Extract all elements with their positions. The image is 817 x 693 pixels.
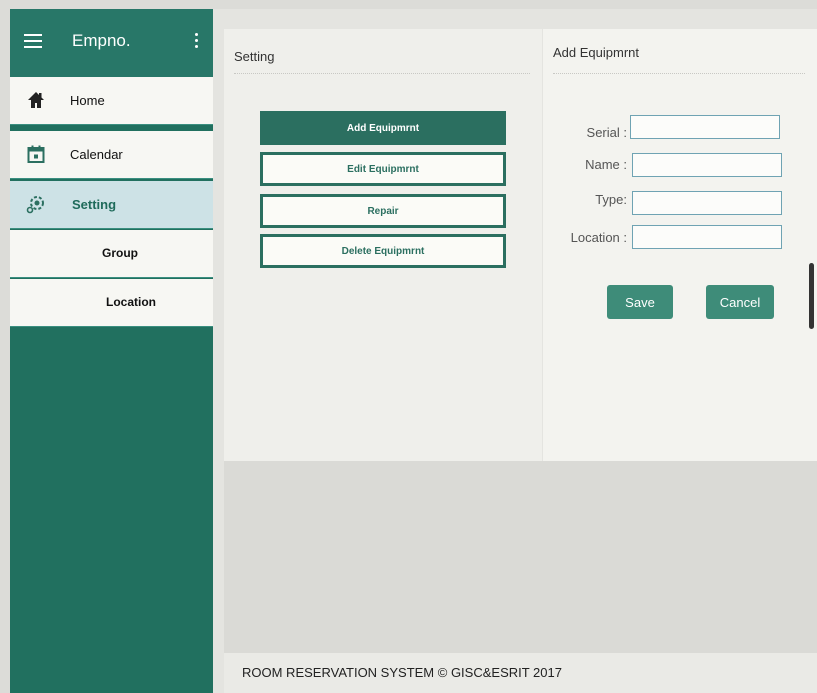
- name-input[interactable]: [632, 153, 782, 177]
- location-label: Location :: [570, 230, 627, 245]
- hamburger-menu-icon[interactable]: [24, 34, 42, 48]
- name-label: Name :: [585, 157, 627, 172]
- divider: [234, 73, 530, 75]
- type-input[interactable]: [632, 191, 782, 215]
- type-label: Type:: [595, 192, 627, 207]
- sidebar-item-label: Setting: [72, 197, 117, 212]
- setting-panel: Setting Add Equipmrnt Edit Equipmrnt Rep…: [224, 29, 542, 461]
- add-equipment-form: Add Equipmrnt Serial : Name : Type: Loca…: [543, 29, 817, 461]
- sidebar-header: Empno.: [10, 9, 213, 77]
- form-title: Add Equipmrnt: [553, 45, 639, 60]
- home-icon: [28, 92, 44, 108]
- serial-label: Serial :: [586, 125, 627, 140]
- sidebar: Empno. Home Calendar Setting Group Locat…: [10, 9, 213, 693]
- setting-icon: [26, 196, 44, 214]
- sidebar-item-home[interactable]: Home: [10, 77, 213, 125]
- serial-input[interactable]: [630, 115, 780, 139]
- content-background: [224, 461, 817, 653]
- app-window: Empno. Home Calendar Setting Group Locat…: [10, 9, 817, 693]
- sidebar-item-setting[interactable]: Setting: [10, 181, 213, 229]
- sidebar-subitem-location[interactable]: Location: [10, 279, 213, 327]
- footer: ROOM RESERVATION SYSTEM © GISC&ESRIT 201…: [224, 653, 817, 693]
- repair-button[interactable]: Repair: [260, 194, 506, 228]
- more-options-icon[interactable]: [195, 33, 199, 51]
- sidebar-item-calendar[interactable]: Calendar: [10, 131, 213, 179]
- edit-equipment-button[interactable]: Edit Equipmrnt: [260, 152, 506, 186]
- sidebar-item-label: Calendar: [70, 147, 123, 162]
- sidebar-item-label: Group: [102, 246, 138, 260]
- sidebar-item-label: Location: [106, 295, 156, 309]
- sidebar-subitem-group[interactable]: Group: [10, 230, 213, 278]
- add-equipment-button[interactable]: Add Equipmrnt: [260, 111, 506, 145]
- app-title: Empno.: [72, 31, 131, 50]
- sidebar-item-label: Home: [70, 93, 105, 108]
- cancel-button[interactable]: Cancel: [706, 285, 774, 319]
- scrollbar-thumb[interactable]: [809, 263, 814, 329]
- location-input[interactable]: [632, 225, 782, 249]
- calendar-icon: [27, 145, 45, 163]
- footer-text: ROOM RESERVATION SYSTEM © GISC&ESRIT 201…: [242, 665, 562, 680]
- divider: [553, 73, 805, 75]
- delete-equipment-button[interactable]: Delete Equipmrnt: [260, 234, 506, 268]
- panel-title: Setting: [234, 49, 275, 64]
- save-button[interactable]: Save: [607, 285, 673, 319]
